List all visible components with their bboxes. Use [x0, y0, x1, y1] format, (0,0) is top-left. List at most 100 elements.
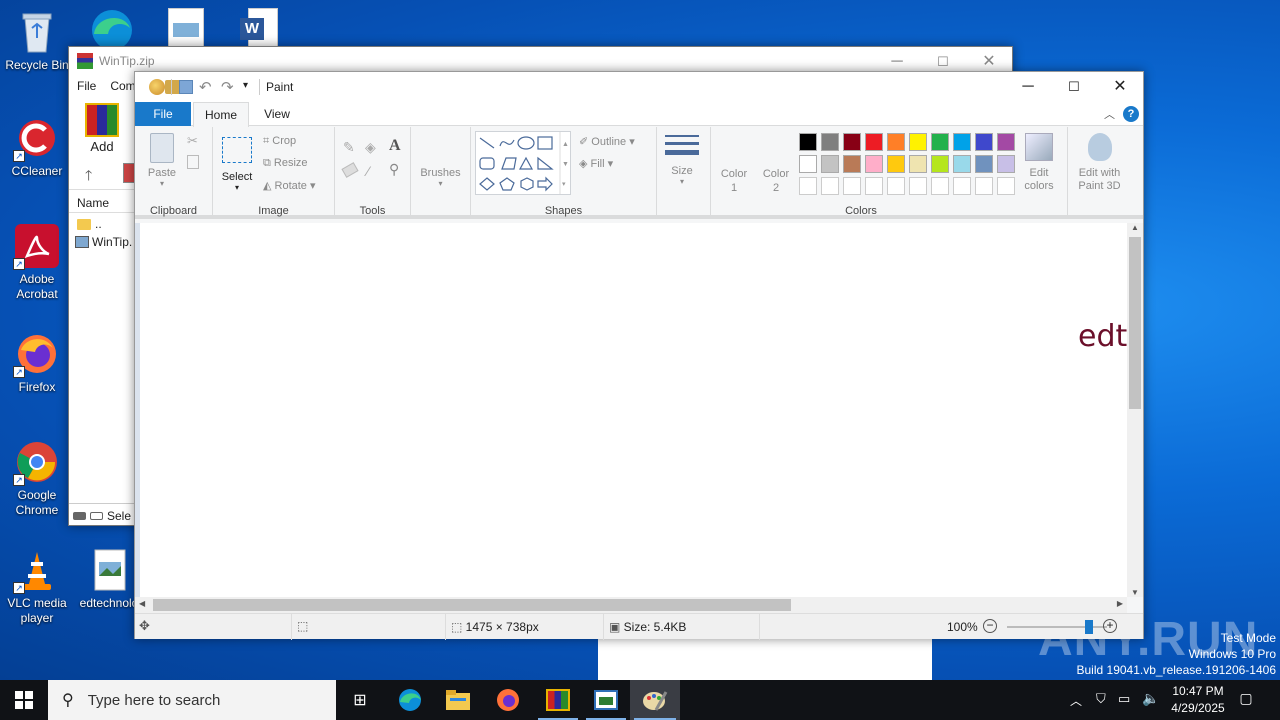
- cut-icon[interactable]: ✂: [187, 133, 198, 149]
- up-arrow-icon[interactable]: 🡑: [85, 165, 92, 189]
- paint-window[interactable]: ↶ ↷ ▾ Paint ─ ☐ ✕ File Home View ︿ ? Pas…: [134, 71, 1144, 640]
- scroll-up-icon[interactable]: ▲: [1127, 223, 1143, 232]
- text-tool-icon[interactable]: A: [389, 137, 401, 155]
- fill-button[interactable]: ◈ Fill ▾: [579, 157, 613, 170]
- paste-button[interactable]: Paste ▾: [147, 133, 177, 191]
- color-swatch[interactable]: [865, 155, 883, 173]
- list-item[interactable]: WinTip.: [75, 235, 132, 249]
- vertical-scroll-thumb[interactable]: [1129, 237, 1141, 409]
- eraser-icon[interactable]: [341, 162, 359, 178]
- list-item[interactable]: ..: [77, 217, 102, 231]
- zoom-in-button[interactable]: +: [1103, 619, 1117, 633]
- color-swatch[interactable]: [931, 177, 949, 195]
- crop-button[interactable]: ⌗ Crop: [263, 135, 296, 148]
- paint-titlebar[interactable]: ↶ ↷ ▾ Paint ─ ☐ ✕: [135, 72, 1143, 102]
- search-box[interactable]: ⚲ Type here to search: [48, 680, 336, 720]
- horizontal-scroll-thumb[interactable]: [153, 599, 791, 611]
- word-document-icon[interactable]: W: [240, 8, 280, 48]
- color-swatch[interactable]: [865, 133, 883, 151]
- color-swatch[interactable]: [975, 155, 993, 173]
- edge-desktop-icon[interactable]: [88, 4, 136, 50]
- color2-button[interactable]: Color 2: [757, 167, 795, 195]
- color-swatch[interactable]: [843, 133, 861, 151]
- vertical-scrollbar[interactable]: ▲ ▼: [1127, 223, 1143, 597]
- fill-bucket-icon[interactable]: ◈: [365, 139, 376, 156]
- paint-minimize-button[interactable]: ─: [1005, 72, 1051, 102]
- image-file-icon[interactable]: [168, 8, 204, 48]
- taskbar-image-viewer[interactable]: [582, 680, 630, 720]
- scroll-left-icon[interactable]: ◀: [139, 599, 145, 608]
- clock[interactable]: 10:47 PM 4/29/2025: [1162, 683, 1234, 717]
- color-swatch[interactable]: [975, 177, 993, 195]
- size-button[interactable]: Size ▾: [665, 135, 699, 186]
- show-hidden-icons-button[interactable]: ︿: [1070, 692, 1082, 709]
- paint-maximize-button[interactable]: ☐: [1051, 72, 1097, 102]
- taskbar-edge[interactable]: [386, 680, 434, 720]
- color-swatch[interactable]: [931, 155, 949, 173]
- tab-view[interactable]: View: [251, 102, 303, 126]
- save-icon[interactable]: [179, 80, 193, 94]
- scroll-right-icon[interactable]: ▶: [1117, 599, 1123, 608]
- zoom-out-button[interactable]: −: [983, 619, 997, 633]
- paint-close-button[interactable]: ✕: [1097, 72, 1143, 102]
- color-swatch[interactable]: [997, 155, 1015, 173]
- copy-icon[interactable]: [187, 155, 199, 169]
- color-swatch[interactable]: [821, 155, 839, 173]
- zoom-slider-thumb[interactable]: [1085, 620, 1093, 634]
- undo-icon[interactable]: ↶: [199, 78, 212, 96]
- color-swatch[interactable]: [909, 177, 927, 195]
- desktop-icon-firefox[interactable]: ↗ Firefox: [0, 332, 74, 395]
- magnifier-icon[interactable]: ⚲: [389, 161, 399, 178]
- edit-with-paint3d-button[interactable]: Edit with Paint 3D: [1068, 133, 1131, 193]
- start-button[interactable]: [0, 680, 48, 720]
- taskbar-winrar[interactable]: [534, 680, 582, 720]
- desktop-icon-vlc[interactable]: ↗ VLC media player: [0, 548, 74, 626]
- desktop-icon-adobe-acrobat[interactable]: ↗ Adobe Acrobat: [0, 224, 74, 302]
- color-swatch[interactable]: [931, 133, 949, 151]
- winrar-menu-file[interactable]: File: [77, 79, 96, 93]
- color-swatch[interactable]: [975, 133, 993, 151]
- volume-icon[interactable]: 🔈: [1142, 690, 1159, 707]
- color-swatch[interactable]: [953, 177, 971, 195]
- notifications-icon[interactable]: ▢: [1236, 690, 1256, 708]
- color-swatch[interactable]: [843, 177, 861, 195]
- color-picker-icon[interactable]: ⁄: [367, 163, 369, 179]
- color-swatch[interactable]: [909, 155, 927, 173]
- color-swatch[interactable]: [821, 133, 839, 151]
- color-swatch[interactable]: [865, 177, 883, 195]
- winrar-column-name[interactable]: Name: [69, 189, 135, 213]
- network-icon[interactable]: ▭: [1118, 691, 1130, 707]
- color-swatch[interactable]: [821, 177, 839, 195]
- taskbar-file-explorer[interactable]: [434, 680, 482, 720]
- color-swatch[interactable]: [953, 155, 971, 173]
- horizontal-scrollbar[interactable]: ◀ ▶: [135, 597, 1127, 613]
- taskbar-firefox[interactable]: [484, 680, 532, 720]
- color-swatch[interactable]: [887, 155, 905, 173]
- color-swatch[interactable]: [799, 177, 817, 195]
- redo-icon[interactable]: ↷: [221, 78, 234, 96]
- scroll-down-icon[interactable]: ▼: [1127, 588, 1143, 597]
- color1-button[interactable]: Color 1: [715, 167, 753, 195]
- desktop-icon-google-chrome[interactable]: ↗ Google Chrome: [0, 440, 74, 518]
- color-swatch[interactable]: [953, 133, 971, 151]
- drawing-canvas[interactable]: edt: [140, 223, 1127, 597]
- help-icon[interactable]: ?: [1123, 106, 1139, 122]
- taskbar-paint[interactable]: [630, 680, 680, 720]
- desktop-icon-ccleaner[interactable]: ↗ CCleaner: [0, 116, 74, 179]
- desktop-icon-recycle-bin[interactable]: Recycle Bin: [0, 8, 74, 73]
- edit-colors-button[interactable]: Edit colors: [1019, 133, 1059, 193]
- shapes-gallery[interactable]: ▲ ▼ ▾: [475, 131, 571, 195]
- select-button[interactable]: Select ▾: [219, 133, 255, 192]
- color-swatch[interactable]: [799, 133, 817, 151]
- winrar-add-button[interactable]: Add: [69, 99, 135, 157]
- tab-home[interactable]: Home: [193, 102, 249, 127]
- qat-dropdown-icon[interactable]: ▾: [243, 80, 248, 91]
- color-swatch[interactable]: [799, 155, 817, 173]
- brushes-button[interactable]: Brushes ▾: [411, 167, 470, 188]
- color-swatch[interactable]: [997, 177, 1015, 195]
- zoom-slider[interactable]: [1007, 620, 1107, 634]
- color-swatch[interactable]: [887, 133, 905, 151]
- color-swatch[interactable]: [909, 133, 927, 151]
- color-swatch[interactable]: [887, 177, 905, 195]
- outline-button[interactable]: ✐ Outline ▾: [579, 135, 635, 148]
